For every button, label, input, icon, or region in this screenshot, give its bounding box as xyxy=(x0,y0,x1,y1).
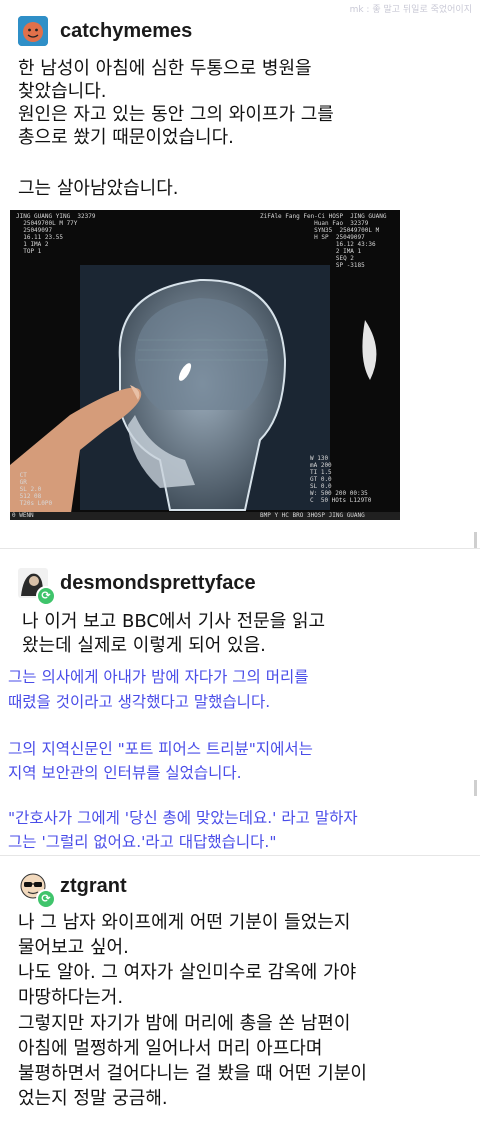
post-desmondsprettyface: ⟳ desmondsprettyface 나 이거 보고 BBC에서 기사 전문… xyxy=(0,548,480,852)
post-body-line: 아침에 멀쩡하게 일어나서 머리 아프다며 xyxy=(18,1038,323,1059)
post-body-line: 그는 살아남았습니다. xyxy=(18,178,179,199)
avatar-face-icon xyxy=(18,16,48,46)
post-body-line: 찾았습니다. xyxy=(18,81,107,102)
quote-line: 그는 '그럴리 없어요.'라고 대답했습니다." xyxy=(8,833,277,851)
post-catchymemes: catchymemes 한 남성이 아침에 심한 두통으로 병원을 찾았습니다.… xyxy=(0,0,480,548)
quote-line: "간호사가 그에게 '당신 총에 맞았는데요.' 라고 말하자 xyxy=(8,809,358,827)
quote-line: 때렸을 것이라고 생각했다고 말했습니다. xyxy=(8,693,271,711)
quote-line: 그의 지역신문인 "포트 피어스 트리뷴"지에서는 xyxy=(8,740,313,758)
username[interactable]: desmondsprettyface xyxy=(60,572,256,595)
avatar-ztgrant[interactable]: ⟳ xyxy=(18,871,56,909)
quote-line: 그는 의사에게 아내가 밤에 자다가 그의 머리를 xyxy=(8,668,309,686)
scrollbar-thumb[interactable] xyxy=(474,780,477,796)
post-body-line: 불평하면서 걸어다니는 걸 봤을 때 어떤 기분이 xyxy=(18,1063,367,1084)
post-body-line: 마땅하다는거. xyxy=(18,987,124,1008)
post-header: ⟳ ztgrant xyxy=(18,871,127,909)
post-body-line: 한 남성이 아침에 심한 두통으로 병원을 xyxy=(18,58,312,79)
post-body-line: 총으로 쐈기 때문이었습니다. xyxy=(18,127,234,148)
post-body-line: 었는지 정말 궁금해. xyxy=(18,1088,168,1109)
post-body-line: 나 그 남자 와이프에게 어떤 기분이 들었는지 xyxy=(18,912,351,933)
xray-image[interactable]: JING GUANG YING 32379 25049700L M 77Y 25… xyxy=(10,210,400,520)
post-ztgrant: ⟳ ztgrant 나 그 남자 와이프에게 어떤 기분이 들었는지 물어보고 … xyxy=(0,855,480,1136)
xray-meta-bottom-right: W 130 mA 200 TI 1.5 GT 0.0 SL 0.0 W: 500… xyxy=(310,455,372,504)
xray-meta-bottom-left: CT GR SL 2.0 512 08 T20s L0P0 xyxy=(19,472,53,507)
xray-meta-bottom-edge-right: BMP Y HC BRO 3HOSP JING GUANG xyxy=(260,512,365,519)
post-body-line: 물어보고 싶어. xyxy=(18,937,129,958)
username[interactable]: catchymemes xyxy=(60,20,192,43)
post-body-line: 왔는데 실제로 이렇게 되어 있음. xyxy=(22,635,266,656)
quote-line: 지역 보안관의 인터뷰를 실었습니다. xyxy=(8,764,242,782)
reblog-icon: ⟳ xyxy=(36,586,56,606)
post-body-line: 나 이거 보고 BBC에서 기사 전문을 읽고 xyxy=(22,611,326,632)
reblog-icon: ⟳ xyxy=(36,889,56,909)
avatar-catchymemes[interactable] xyxy=(18,16,48,46)
username[interactable]: ztgrant xyxy=(60,875,127,898)
post-header: ⟳ desmondsprettyface xyxy=(18,568,256,606)
avatar-desmondsprettyface[interactable]: ⟳ xyxy=(18,568,56,606)
xray-meta-top-right: ZiFAle Fang Fen-Ci HOSP JING GUANG Huan … xyxy=(260,213,387,269)
xray-meta-bottom-edge-left: 0 WENN xyxy=(12,512,34,519)
post-body-line: 원인은 자고 있는 동안 그의 와이프가 그를 xyxy=(18,104,334,125)
post-body-line: 그렇지만 자기가 밤에 머리에 총을 쏜 남편이 xyxy=(18,1013,351,1034)
post-body-line: 나도 알아. 그 여자가 살인미수로 감옥에 가야 xyxy=(18,962,357,983)
xray-meta-top-left: JING GUANG YING 32379 25049700L M 77Y 25… xyxy=(16,213,96,255)
scrollbar-thumb[interactable] xyxy=(474,532,477,548)
post-header: catchymemes xyxy=(18,16,192,46)
